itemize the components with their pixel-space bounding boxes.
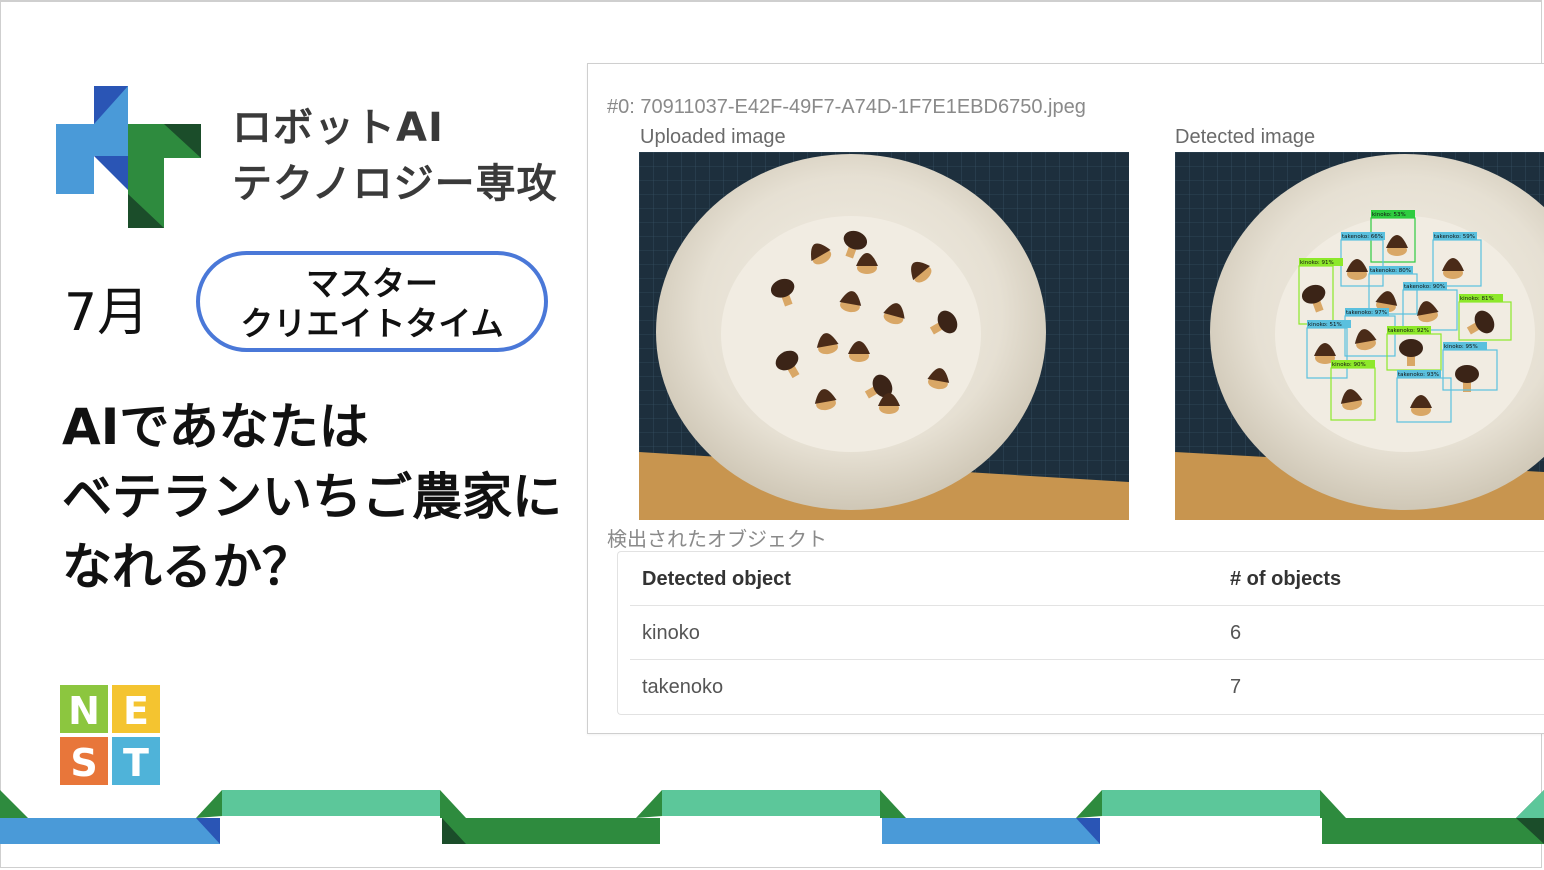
detection-label: kinoko: 51% [1308, 322, 1342, 328]
detection-label: kinoko: 81% [1460, 296, 1494, 302]
program-title-line2: テクノロジー専攻 [232, 161, 558, 207]
detection-label: kinoko: 53% [1372, 212, 1406, 218]
detection-label: kinoko: 95% [1444, 344, 1478, 350]
headline-line3: なれるか？ [62, 538, 312, 596]
nest-letter-e: E [123, 689, 149, 733]
table-row: takenoko 7 [630, 660, 1544, 713]
month-label: 7月 [64, 283, 150, 343]
object-count: 6 [1230, 622, 1242, 644]
headline-line2: ベテランいちご農家に [62, 468, 562, 526]
nest-letter-t: T [123, 741, 149, 785]
object-name: kinoko [642, 622, 700, 644]
nest-letter-s: S [70, 741, 97, 785]
event-badge: マスター クリエイトタイム [196, 251, 548, 352]
detection-label: takenoko: 80% [1370, 268, 1411, 274]
decorative-bands [0, 790, 1544, 844]
object-name: takenoko [642, 676, 724, 698]
uploaded-image[interactable] [639, 152, 1129, 520]
detected-objects-table: Detected object # of objects kinoko 6 ta… [617, 551, 1544, 715]
detected-objects-title: 検出されたオブジェクト [607, 527, 827, 551]
detection-label: takenoko: 59% [1434, 234, 1475, 240]
headline-line1: AIであなたは [62, 398, 369, 456]
detected-image[interactable]: kinoko: 53% takenoko: 66% takenoko: 59% kin… [1175, 152, 1544, 520]
table-header-row: Detected object # of objects [630, 552, 1544, 606]
nest-logo: N E S T [60, 685, 160, 785]
table-row: kinoko 6 [630, 606, 1544, 660]
program-title: ロボットAI テクノロジー専攻 [232, 100, 558, 212]
headline: AIであなたは ベテランいちご農家に なれるか？ [62, 392, 562, 602]
event-badge-line1: マスター [306, 264, 438, 303]
detection-label: takenoko: 93% [1398, 372, 1439, 378]
column-header-object: Detected object [642, 568, 791, 590]
nest-letter-n: N [68, 689, 100, 733]
detection-label: takenoko: 90% [1404, 284, 1445, 290]
object-count: 7 [1230, 676, 1242, 698]
detection-label: takenoko: 66% [1342, 234, 1383, 240]
detection-label: takenoko: 97% [1346, 310, 1387, 316]
column-header-count: # of objects [1230, 568, 1342, 590]
detection-label: takenoko: 92% [1388, 328, 1429, 334]
detected-image-caption: Detected image [1175, 126, 1316, 148]
uploaded-image-caption: Uploaded image [640, 126, 786, 148]
program-title-line1: ロボットAI [232, 105, 444, 151]
detection-label: kinoko: 90% [1332, 362, 1366, 368]
detection-label: kinoko: 91% [1300, 260, 1334, 266]
event-badge-line2: クリエイトタイム [240, 304, 504, 343]
image-filename: #0: 70911037-E42F-49F7-A74D-1F7E1EBD6750… [607, 96, 1086, 118]
robot-ai-logo-icon [56, 86, 201, 228]
